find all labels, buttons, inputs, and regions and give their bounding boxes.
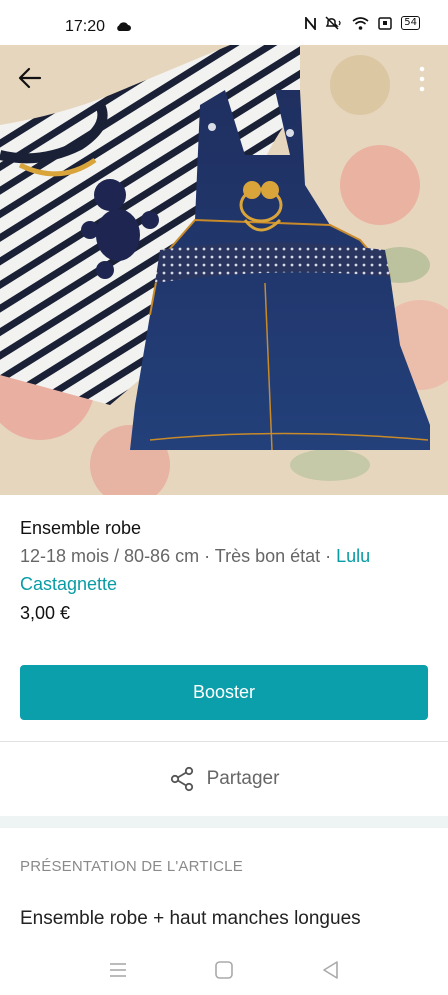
item-info: Ensemble robe 12-18 mois / 80-86 cm · Tr…	[20, 515, 430, 626]
status-icons: 54	[305, 16, 420, 30]
share-button[interactable]: Partager	[0, 742, 448, 816]
mute-icon	[325, 16, 341, 30]
share-label: Partager	[206, 768, 280, 789]
back-arrow-icon[interactable]	[14, 62, 46, 94]
status-time: 17:20	[65, 18, 106, 35]
share-icon	[170, 766, 193, 792]
section-heading: PRÉSENTATION DE L'ARTICLE	[20, 858, 243, 875]
section-separator	[0, 816, 448, 828]
item-title: Ensemble robe	[20, 518, 142, 538]
booster-button[interactable]: Booster	[20, 665, 428, 720]
separator: ·	[320, 546, 337, 566]
nfc-icon	[305, 16, 317, 30]
item-price: 3,00 €	[20, 603, 71, 623]
wifi-icon	[352, 16, 369, 30]
home-square-icon[interactable]	[211, 957, 237, 983]
item-condition: Très bon état	[214, 546, 321, 566]
separator: ·	[199, 546, 215, 566]
product-photo[interactable]	[0, 45, 448, 495]
cloud-icon	[117, 22, 131, 31]
status-bar: 17:20 54	[0, 0, 448, 45]
item-details: 12-18 mois / 80-86 cm · Très bon état · …	[20, 542, 430, 598]
sim-icon	[378, 16, 393, 30]
item-size: 12-18 mois / 80-86 cm	[20, 546, 200, 566]
more-vertical-icon[interactable]	[416, 64, 428, 94]
back-triangle-icon[interactable]	[318, 957, 344, 983]
product-image	[0, 45, 448, 495]
item-description: Ensemble robe + haut manches longues	[20, 908, 361, 929]
battery-icon: 54	[401, 16, 420, 30]
menu-lines-icon[interactable]	[105, 957, 131, 983]
system-nav-bar	[0, 945, 448, 995]
